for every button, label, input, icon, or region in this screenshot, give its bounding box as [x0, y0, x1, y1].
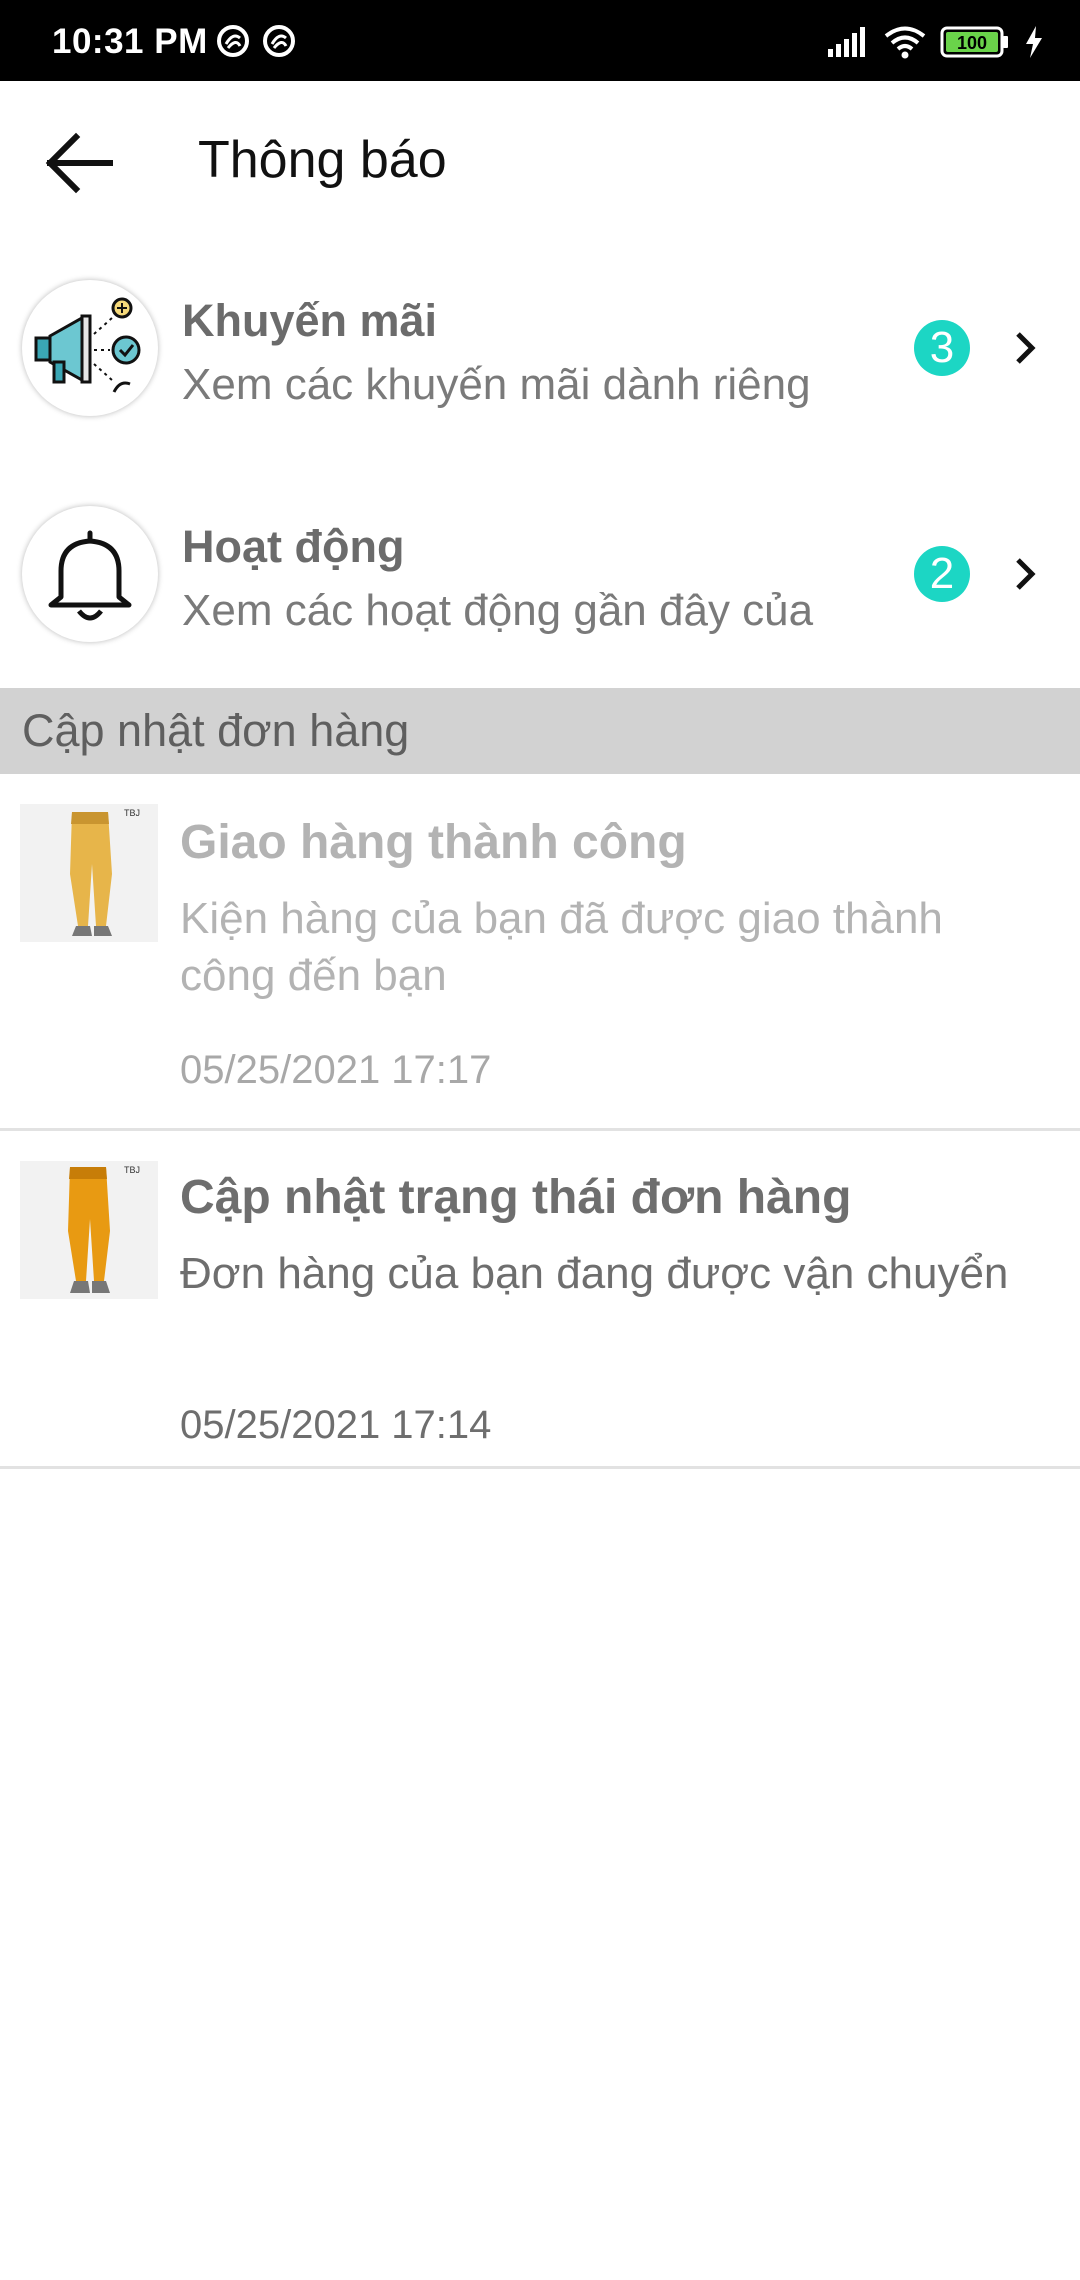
megaphone-icon [34, 297, 141, 393]
category-title: Hoạt động [182, 521, 405, 572]
battery-icon: 100 [940, 26, 1008, 58]
category-subtitle: Xem các khuyến mãi dành riêng [182, 360, 811, 409]
order-timestamp: 05/25/2021 17:14 [180, 1403, 492, 1447]
category-avatar [22, 506, 158, 642]
order-title: Cập nhật trạng thái đơn hàng [180, 1171, 852, 1224]
pants-image: TBJ [20, 1161, 158, 1299]
order-title: Giao hàng thành công [180, 816, 687, 869]
notification-icon [263, 25, 295, 57]
page-title: Thông báo [198, 131, 447, 189]
thumb-brand: TBJ [124, 1165, 140, 1175]
order-message: Đơn hàng của bạn đang được vận chuyển [180, 1249, 1009, 1298]
order-message: Kiện hàng của bạn đã được giao thành côn… [180, 894, 943, 1000]
order-notification-item[interactable]: TBJ Giao hàng thành công Kiện hàng của b… [0, 774, 1080, 1131]
order-timestamp: 05/25/2021 17:17 [180, 1048, 492, 1092]
product-thumbnail: TBJ [20, 804, 158, 942]
notification-icon [217, 25, 249, 57]
thumb-brand: TBJ [124, 808, 140, 818]
bell-icon [48, 530, 132, 621]
section-header: Cập nhật đơn hàng [0, 688, 1080, 774]
category-avatar [22, 280, 158, 416]
category-title: Khuyến mãi [182, 295, 438, 346]
status-right-icons: 100 [826, 22, 1044, 62]
wifi-icon [884, 26, 926, 59]
pants-image: TBJ [20, 804, 158, 942]
status-time: 10:31 PM [52, 22, 208, 61]
category-activity[interactable]: Hoạt động Xem các hoạt động gần đây của … [0, 484, 1080, 664]
chevron-right-icon [1016, 558, 1036, 590]
back-button[interactable] [30, 115, 126, 211]
category-promotions[interactable]: Khuyến mãi Xem các khuyến mãi dành riêng… [0, 258, 1080, 438]
order-notification-item[interactable]: TBJ Cập nhật trạng thái đơn hàng Đơn hàn… [0, 1131, 1080, 1469]
app-header: Thông báo [0, 81, 1080, 241]
chevron-right-icon [1016, 332, 1036, 364]
notifications-screen: 10:31 PM 100 Thông báo Khuyến mãi Xem cá… [0, 0, 1080, 2280]
unread-count-badge: 3 [914, 320, 970, 376]
status-bar: 10:31 PM 100 [0, 0, 1080, 81]
signal-icon [828, 27, 865, 57]
battery-level: 100 [957, 33, 987, 53]
arrow-left-icon [45, 132, 113, 194]
section-title: Cập nhật đơn hàng [22, 705, 410, 756]
status-left-icons [216, 24, 296, 58]
unread-count-badge: 2 [914, 546, 970, 602]
product-thumbnail: TBJ [20, 1161, 158, 1299]
category-subtitle: Xem các hoạt động gần đây của [182, 586, 814, 635]
charging-icon [1026, 26, 1042, 58]
